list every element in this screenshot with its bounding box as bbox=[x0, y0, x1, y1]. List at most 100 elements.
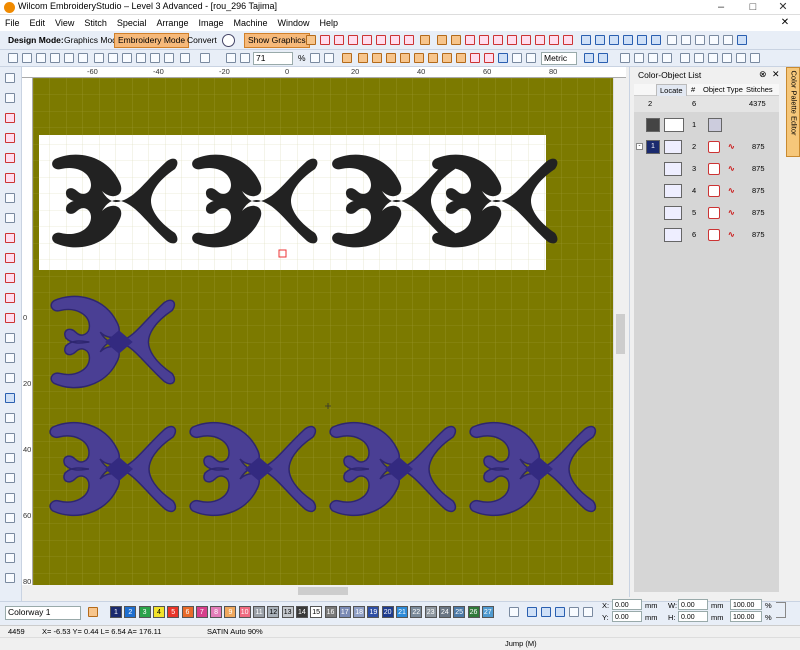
delete-icon[interactable] bbox=[164, 53, 174, 63]
view-hoop-icon[interactable] bbox=[623, 35, 633, 45]
team-names-icon[interactable] bbox=[5, 373, 15, 383]
show-needle-icon[interactable] bbox=[470, 53, 480, 63]
distribute-icon[interactable] bbox=[737, 35, 747, 45]
show-bitmap-icon[interactable] bbox=[512, 53, 522, 63]
backstitch-icon[interactable] bbox=[5, 233, 15, 243]
show-hoop-icon[interactable] bbox=[498, 53, 508, 63]
h-field[interactable]: 0.00 bbox=[678, 611, 708, 622]
lock-icon[interactable] bbox=[648, 53, 658, 63]
units-select[interactable]: Metric bbox=[541, 52, 577, 65]
print-icon[interactable] bbox=[78, 53, 88, 63]
unlock-icon[interactable] bbox=[662, 53, 672, 63]
chenille-icon[interactable] bbox=[563, 35, 573, 45]
close-icon[interactable]: ✕ bbox=[768, 0, 798, 15]
list-item[interactable]: 3 ∿ 875 bbox=[634, 158, 779, 180]
digitize-spiral-icon[interactable] bbox=[5, 213, 15, 223]
star-tool-icon[interactable] bbox=[479, 35, 489, 45]
lettering-a-icon[interactable] bbox=[5, 333, 15, 343]
save-all-icon[interactable] bbox=[50, 53, 60, 63]
w-field[interactable]: 0.00 bbox=[678, 599, 708, 610]
vertical-scrollbar[interactable] bbox=[613, 78, 626, 585]
palette-swatch[interactable]: 6 bbox=[181, 606, 194, 618]
branching-icon[interactable] bbox=[5, 553, 15, 563]
align-top-icon[interactable] bbox=[709, 35, 719, 45]
color-object-list[interactable]: 2 6 4375 1 - 1 2 ∿ 875 3 ∿ 875 4 ∿ 875 5… bbox=[634, 96, 779, 592]
column-tool-icon[interactable] bbox=[362, 35, 372, 45]
palette-swatch[interactable]: 20 bbox=[381, 606, 394, 618]
palette-swatch[interactable]: 8 bbox=[210, 606, 223, 618]
curve-tool-icon[interactable] bbox=[376, 35, 386, 45]
pan-icon[interactable] bbox=[310, 53, 320, 63]
list-item[interactable]: 6 ∿ 875 bbox=[634, 224, 779, 246]
list-item[interactable]: - 1 2 ∿ 875 bbox=[634, 136, 779, 158]
menu-view[interactable]: View bbox=[50, 15, 79, 31]
pick-color-icon[interactable] bbox=[555, 607, 565, 617]
monogram-icon[interactable] bbox=[5, 353, 15, 363]
stemstitch-icon[interactable] bbox=[5, 253, 15, 263]
color-palette-editor-tab[interactable]: Color Palette Editor bbox=[786, 67, 800, 157]
palette-swatch[interactable]: 10 bbox=[238, 606, 251, 618]
zoom-field[interactable]: 71 bbox=[253, 52, 293, 65]
horizontal-scroll-thumb[interactable] bbox=[298, 587, 348, 595]
palette-swatch[interactable]: 16 bbox=[324, 606, 337, 618]
mdi-close-icon[interactable]: ✕ bbox=[770, 15, 800, 31]
palette-swatch[interactable]: 12 bbox=[267, 606, 280, 618]
run-tool-icon[interactable] bbox=[334, 35, 344, 45]
reshape-icon[interactable] bbox=[5, 93, 15, 103]
export-icon[interactable] bbox=[94, 53, 104, 63]
palette-menu-icon[interactable] bbox=[583, 607, 593, 617]
mirror-h-icon[interactable] bbox=[680, 53, 690, 63]
3d-view-icon[interactable] bbox=[609, 35, 619, 45]
palette-scroll-icon[interactable] bbox=[509, 607, 519, 617]
design-canvas[interactable] bbox=[33, 78, 613, 585]
panel-pin-icon[interactable]: ⊗ bbox=[759, 69, 767, 80]
panel-close-icon[interactable]: ✕ bbox=[772, 69, 780, 80]
remove-color-icon[interactable] bbox=[541, 607, 551, 617]
palette-swatch[interactable]: 5 bbox=[167, 606, 180, 618]
palette-swatch[interactable]: 2 bbox=[124, 606, 137, 618]
maximize-icon[interactable]: □ bbox=[738, 0, 768, 15]
digitize-fill-icon[interactable] bbox=[5, 153, 15, 163]
list-item[interactable]: 4 ∿ 875 bbox=[634, 180, 779, 202]
w-percent-field[interactable]: 100.00 bbox=[730, 599, 762, 610]
horizontal-scrollbar[interactable] bbox=[33, 585, 613, 597]
palette-swatch[interactable]: 14 bbox=[295, 606, 308, 618]
measure-icon[interactable] bbox=[324, 53, 334, 63]
show-fill-icon[interactable] bbox=[372, 53, 382, 63]
zoom-box-icon[interactable] bbox=[240, 53, 250, 63]
sequencing-icon[interactable] bbox=[5, 573, 15, 583]
collapse-icon[interactable]: - bbox=[636, 143, 643, 150]
tie-tool-icon[interactable] bbox=[5, 533, 15, 543]
arrange-front-icon[interactable] bbox=[736, 53, 746, 63]
rotate-left-icon[interactable] bbox=[708, 53, 718, 63]
y-field[interactable]: 0.00 bbox=[612, 611, 642, 622]
stitch-angle-icon[interactable] bbox=[404, 35, 414, 45]
view-design-icon[interactable] bbox=[581, 35, 591, 45]
circle-tool-icon[interactable] bbox=[5, 293, 15, 303]
split-tool-icon[interactable] bbox=[5, 473, 15, 483]
view-bitmap-icon[interactable] bbox=[651, 35, 661, 45]
effect-tool-icon[interactable] bbox=[420, 35, 430, 45]
view-grid-icon[interactable] bbox=[637, 35, 647, 45]
print-preview-icon[interactable] bbox=[64, 53, 74, 63]
digitize-ring-icon[interactable] bbox=[5, 193, 15, 203]
palette-swatch[interactable]: 19 bbox=[367, 606, 380, 618]
wave-tool-icon[interactable] bbox=[390, 35, 400, 45]
satin-tool-icon[interactable] bbox=[306, 35, 316, 45]
show-graphics-button[interactable]: Show Graphics bbox=[244, 33, 310, 48]
convert-button[interactable]: Convert bbox=[183, 33, 221, 48]
globe-icon[interactable] bbox=[222, 34, 235, 47]
palette-swatch[interactable]: 13 bbox=[281, 606, 294, 618]
palette-swatch[interactable]: 1 bbox=[110, 606, 122, 618]
new-file-icon[interactable] bbox=[8, 53, 18, 63]
weld-tool-icon[interactable] bbox=[5, 493, 15, 503]
x-field[interactable]: 0.00 bbox=[612, 599, 642, 610]
menu-help[interactable]: Help bbox=[315, 15, 344, 31]
paste-icon[interactable] bbox=[150, 53, 160, 63]
palette-swatch[interactable]: 26 bbox=[467, 606, 480, 618]
align-center-icon[interactable] bbox=[681, 35, 691, 45]
show-tie-icon[interactable] bbox=[414, 53, 424, 63]
redo-icon[interactable] bbox=[200, 53, 210, 63]
show-outline-icon[interactable] bbox=[456, 53, 466, 63]
palette-swatch[interactable]: 15 bbox=[310, 606, 323, 618]
